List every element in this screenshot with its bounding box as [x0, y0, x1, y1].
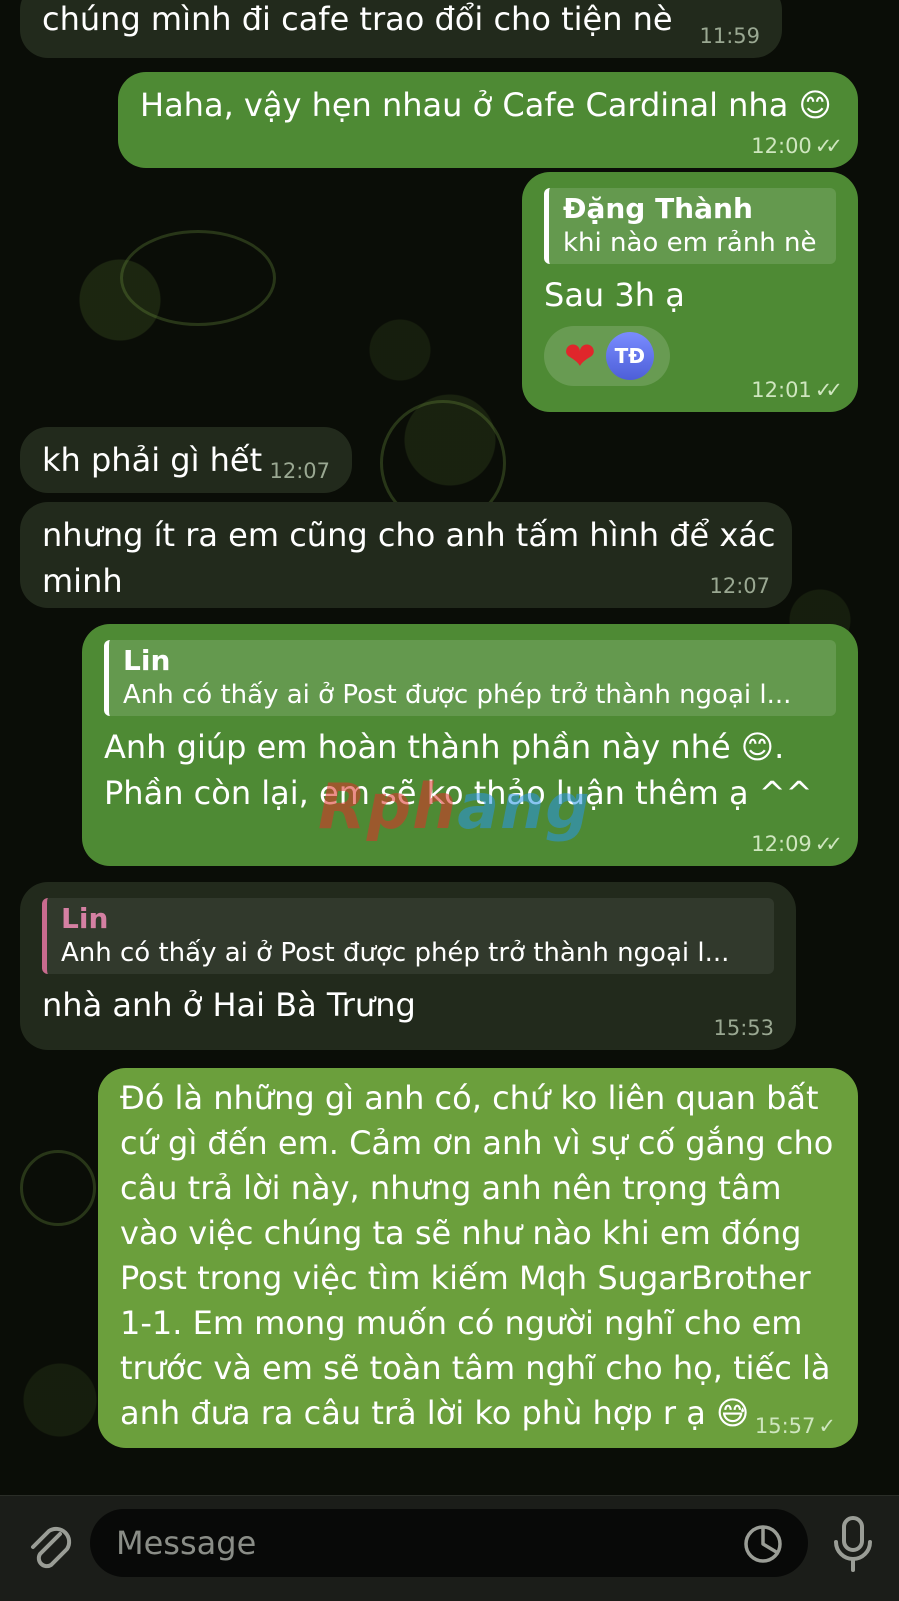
- message-text: Đó là những gì anh có, chứ ko liên quan …: [120, 1079, 834, 1432]
- outgoing-message[interactable]: Đặng Thành khi nào em rảnh nè Sau 3h ạ ❤…: [522, 172, 858, 412]
- incoming-message[interactable]: kh phải gì hết 12:07: [20, 427, 352, 493]
- message-text: nhưng ít ra em cũng cho anh tấm hình để …: [42, 516, 776, 600]
- message-time: 12:07: [269, 459, 330, 483]
- message-text: Sau 3h ạ: [544, 276, 685, 314]
- reply-snippet: Anh có thấy ai ở Post được phép trở thàn…: [123, 680, 792, 710]
- reply-author: Lin: [61, 902, 109, 935]
- reply-snippet: khi nào em rảnh nè: [563, 228, 817, 258]
- incoming-message[interactable]: chúng mình đi cafe trao đổi cho tiện nè …: [20, 0, 782, 58]
- double-check-icon: ✓✓: [814, 378, 843, 402]
- reply-author: Lin: [123, 644, 171, 677]
- reply-quote[interactable]: Lin Anh có thấy ai ở Post được phép trở …: [42, 898, 774, 974]
- paperclip-icon[interactable]: [20, 1516, 80, 1576]
- message-time: 12:00 ✓✓: [751, 134, 843, 158]
- check-icon: ✓: [818, 1414, 836, 1438]
- message-text: kh phải gì hết: [42, 441, 263, 479]
- wallpaper-doodle: [20, 1150, 96, 1226]
- reply-author: Đặng Thành: [563, 192, 753, 225]
- reply-quote[interactable]: Lin Anh có thấy ai ở Post được phép trở …: [104, 640, 836, 716]
- reply-snippet: Anh có thấy ai ở Post được phép trở thàn…: [61, 938, 730, 968]
- double-check-icon: ✓✓: [814, 134, 843, 158]
- message-time: 12:01 ✓✓: [751, 378, 843, 402]
- wallpaper-doodle: [120, 230, 276, 326]
- reaction-pill[interactable]: ❤ TĐ: [544, 326, 670, 386]
- message-time: 12:09 ✓✓: [751, 832, 843, 856]
- message-input[interactable]: Message: [90, 1509, 808, 1577]
- sticker-icon[interactable]: [742, 1523, 784, 1565]
- message-text: nhà anh ở Hai Bà Trưng: [42, 986, 416, 1024]
- incoming-message[interactable]: nhưng ít ra em cũng cho anh tấm hình để …: [20, 502, 792, 608]
- incoming-message[interactable]: Lin Anh có thấy ai ở Post được phép trở …: [20, 882, 796, 1050]
- outgoing-message[interactable]: Haha, vậy hẹn nhau ở Cafe Cardinal nha 😊…: [118, 72, 858, 168]
- message-time: 11:59: [699, 24, 760, 48]
- message-text: chúng mình đi cafe trao đổi cho tiện nè: [42, 0, 673, 38]
- outgoing-message[interactable]: Đó là những gì anh có, chứ ko liên quan …: [98, 1068, 858, 1448]
- message-composer-bar: Message: [0, 1495, 899, 1601]
- reactor-avatar: TĐ: [605, 332, 654, 380]
- reply-quote[interactable]: Đặng Thành khi nào em rảnh nè: [544, 188, 836, 264]
- double-check-icon: ✓✓: [814, 832, 843, 856]
- watermark-logo: Rphang: [318, 770, 591, 843]
- message-text: Haha, vậy hẹn nhau ở Cafe Cardinal nha 😊: [140, 86, 832, 124]
- message-time: 15:53: [713, 1016, 774, 1040]
- heart-reaction-icon: ❤: [564, 334, 596, 378]
- message-time: 12:07: [709, 574, 770, 598]
- message-time: 15:57 ✓: [754, 1414, 836, 1438]
- microphone-icon[interactable]: [830, 1514, 876, 1574]
- message-input-placeholder: Message: [116, 1524, 257, 1562]
